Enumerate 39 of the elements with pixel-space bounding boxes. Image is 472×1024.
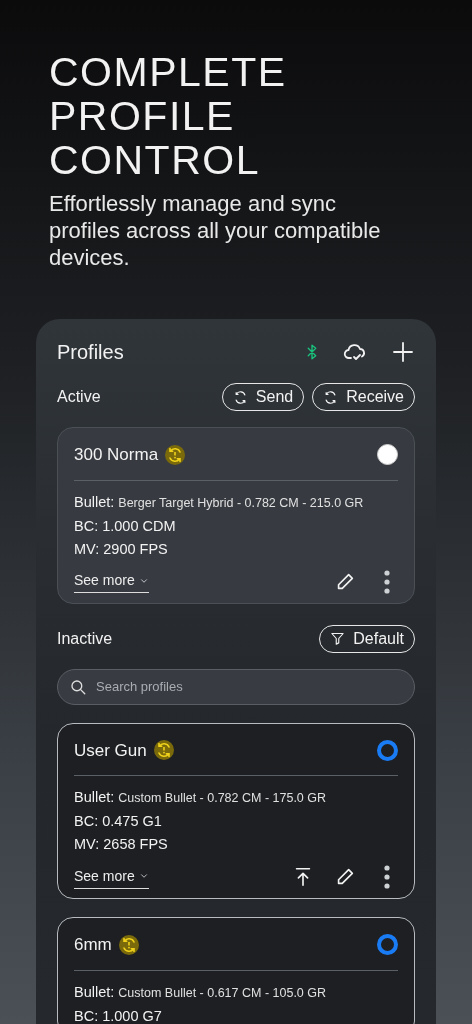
profile-card[interactable]: 6mm Bullet: Custom Bullet - 0.617 CM - 105.0 GR BC: 1.000 G7 <box>57 917 415 1024</box>
detail-label: Bullet: <box>74 788 115 807</box>
detail-label: BC: <box>74 516 99 536</box>
profile-name: 300 Norma <box>74 444 159 466</box>
detail-value: Custom Bullet - 0.782 CM - 175.0 GR <box>118 790 327 807</box>
detail-label: Bullet: <box>74 492 115 512</box>
see-more-link[interactable]: See more <box>74 865 149 889</box>
search-field[interactable]: Search profiles <box>57 668 415 705</box>
chevron-down-icon <box>138 871 149 881</box>
profile-card[interactable]: 300 Norma Bullet: Berger Target Hybrid - 0.782 CM - 215.0 GR BC: 1.000 CDM MV: 2900 FPS See more <box>57 427 415 604</box>
detail-label: Bullet: <box>74 982 115 1002</box>
detail-value: 1.000 CDM <box>102 516 176 536</box>
see-more-link[interactable]: See more <box>74 570 149 593</box>
sync-icon <box>232 389 248 405</box>
radio-button[interactable] <box>377 934 398 956</box>
add-icon[interactable] <box>391 340 415 364</box>
profile-name: User Gun <box>74 739 147 762</box>
detail-label: MV: <box>74 539 100 559</box>
detail-value: Custom Bullet - 0.617 CM - 105.0 GR <box>118 984 327 1002</box>
filter-icon <box>330 631 346 646</box>
section-label: Active <box>57 387 101 407</box>
radio-button[interactable] <box>377 444 398 466</box>
detail-value: 2900 FPS <box>103 539 168 559</box>
subtitle: Effortlessly manage and sync profiles across all your compatible devices. <box>49 190 382 271</box>
sync-icon <box>323 389 339 405</box>
headline: COMPLETE PROFILE CONTROL <box>49 50 288 182</box>
profile-card[interactable]: User Gun Bullet: Custom Bullet - 0.782 CM - 175.0 GR BC: 0.475 G1 MV: 2658 FPS See more <box>57 722 415 899</box>
search-icon <box>69 677 87 696</box>
detail-label: BC: <box>74 1006 99 1024</box>
detail-label: BC: <box>74 812 99 831</box>
detail-label: MV: <box>74 835 100 854</box>
detail-value: 0.475 G1 <box>102 812 162 831</box>
detail-value: 1.000 G7 <box>102 1006 162 1024</box>
detail-value: 2658 FPS <box>103 835 168 854</box>
profile-name: 6mm <box>74 934 112 956</box>
section-label: Inactive <box>57 628 113 649</box>
detail-value: Berger Target Hybrid - 0.782 CM - 215.0 GR <box>118 494 364 512</box>
panel-title: Profiles <box>57 340 124 365</box>
radio-button[interactable] <box>377 739 398 761</box>
